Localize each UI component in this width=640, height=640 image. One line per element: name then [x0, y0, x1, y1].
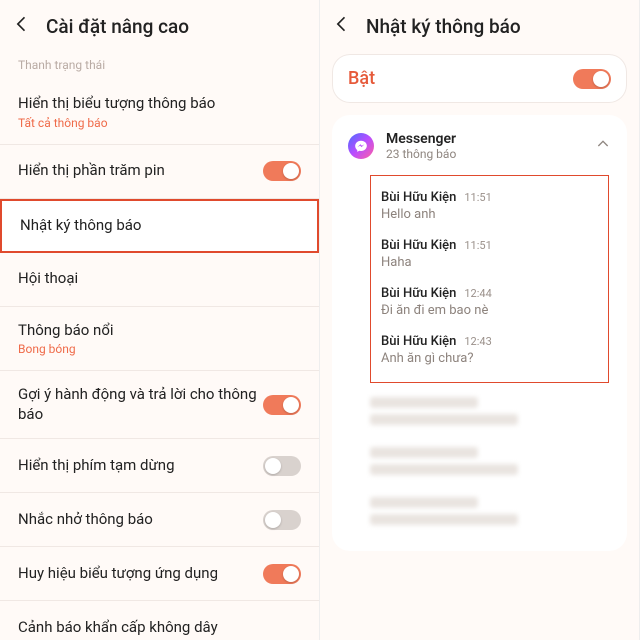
messenger-icon — [348, 133, 374, 159]
row-sublabel: Bong bóng — [18, 342, 301, 356]
timestamp: 12:44 — [464, 287, 491, 300]
row-label: Thông báo nổi — [18, 321, 301, 341]
page-title: Nhật ký thông báo — [366, 15, 521, 38]
blurred-item — [370, 489, 609, 533]
row-label: Gợi ý hành động và trả lời cho thông báo — [18, 385, 263, 424]
message-body: Hello anh — [381, 207, 598, 222]
group-app-name: Messenger — [386, 131, 583, 147]
group-header[interactable]: Messenger 23 thông báo — [332, 127, 627, 171]
highlighted-messages: Bùi Hữu Kiện 11:51 Hello anh Bùi Hữu Kiện 11… — [370, 175, 609, 383]
row-toggle[interactable] — [263, 510, 301, 530]
row-toggle[interactable] — [263, 456, 301, 476]
header: Nhật ký thông báo — [320, 0, 639, 48]
header: Cài đặt nâng cao — [0, 0, 319, 48]
row-label: Cảnh báo khẩn cấp không dây — [18, 618, 301, 638]
section-label: Thanh trạng thái — [0, 48, 319, 80]
notification-item[interactable]: Bùi Hữu Kiện 11:51 Haha — [381, 232, 598, 280]
chevron-up-icon[interactable] — [595, 136, 611, 156]
settings-row[interactable]: Cảnh báo khẩn cấp không dây — [0, 601, 319, 640]
row-label: Huy hiệu biểu tượng ứng dụng — [18, 564, 263, 584]
page-title: Cài đặt nâng cao — [46, 15, 189, 38]
timestamp: 11:51 — [464, 191, 491, 204]
row-label: Hiển thị biểu tượng thông báo — [18, 94, 301, 114]
row-toggle[interactable] — [263, 395, 301, 415]
timestamp: 12:43 — [464, 335, 491, 348]
row-sublabel: Tất cả thông báo — [18, 116, 301, 130]
sender-name: Bùi Hữu Kiện — [381, 190, 456, 205]
blurred-item — [370, 439, 609, 483]
notification-item[interactable]: Bùi Hữu Kiện 11:51 Hello anh — [381, 184, 598, 232]
master-toggle[interactable] — [573, 69, 611, 89]
row-label: Hiển thị phím tạm dừng — [18, 456, 263, 476]
row-toggle[interactable] — [263, 161, 301, 181]
master-toggle-card[interactable]: Bật — [332, 54, 627, 103]
row-label: Nhắc nhở thông báo — [18, 510, 263, 530]
settings-row[interactable]: Huy hiệu biểu tượng ứng dụng — [0, 547, 319, 601]
blurred-item — [370, 389, 609, 433]
row-label: Hội thoại — [18, 269, 301, 289]
settings-advanced-screen: Cài đặt nâng cao Thanh trạng thái Hiển t… — [0, 0, 320, 640]
settings-row[interactable]: Gợi ý hành động và trả lời cho thông báo — [0, 371, 319, 439]
back-icon[interactable] — [332, 14, 352, 38]
settings-list: Hiển thị biểu tượng thông báo Tất cả thôn… — [0, 80, 319, 640]
message-body: Đi ăn đi em bao nè — [381, 303, 598, 318]
message-body: Anh ăn gì chưa? — [381, 351, 598, 366]
settings-row[interactable]: Hiển thị phần trăm pin — [0, 145, 319, 199]
timestamp: 11:51 — [464, 239, 491, 252]
sender-name: Bùi Hữu Kiện — [381, 334, 456, 349]
row-label: Hiển thị phần trăm pin — [18, 161, 263, 181]
notification-item[interactable]: Bùi Hữu Kiện 12:44 Đi ăn đi em bao nè — [381, 280, 598, 328]
settings-row[interactable]: Nhật ký thông báo — [0, 199, 319, 253]
notification-item[interactable]: Bùi Hữu Kiện 12:43 Anh ăn gì chưa? — [381, 328, 598, 376]
notification-group-card: Messenger 23 thông báo Bùi Hữu Kiện 11:51… — [332, 115, 627, 551]
back-icon[interactable] — [12, 14, 32, 38]
message-body: Haha — [381, 255, 598, 270]
notification-log-screen: Nhật ký thông báo Bật Messenger 23 thông… — [320, 0, 640, 640]
sender-name: Bùi Hữu Kiện — [381, 286, 456, 301]
group-count: 23 thông báo — [386, 147, 583, 161]
settings-row[interactable]: Hội thoại — [0, 253, 319, 307]
settings-row[interactable]: Hiển thị phím tạm dừng — [0, 439, 319, 493]
master-toggle-label: Bật — [348, 68, 375, 89]
row-label: Nhật ký thông báo — [20, 216, 299, 236]
row-toggle[interactable] — [263, 564, 301, 584]
sender-name: Bùi Hữu Kiện — [381, 238, 456, 253]
settings-row[interactable]: Thông báo nổiBong bóng — [0, 307, 319, 372]
settings-row[interactable]: Hiển thị biểu tượng thông báo Tất cả thôn… — [0, 80, 319, 145]
settings-row[interactable]: Nhắc nhở thông báo — [0, 493, 319, 547]
